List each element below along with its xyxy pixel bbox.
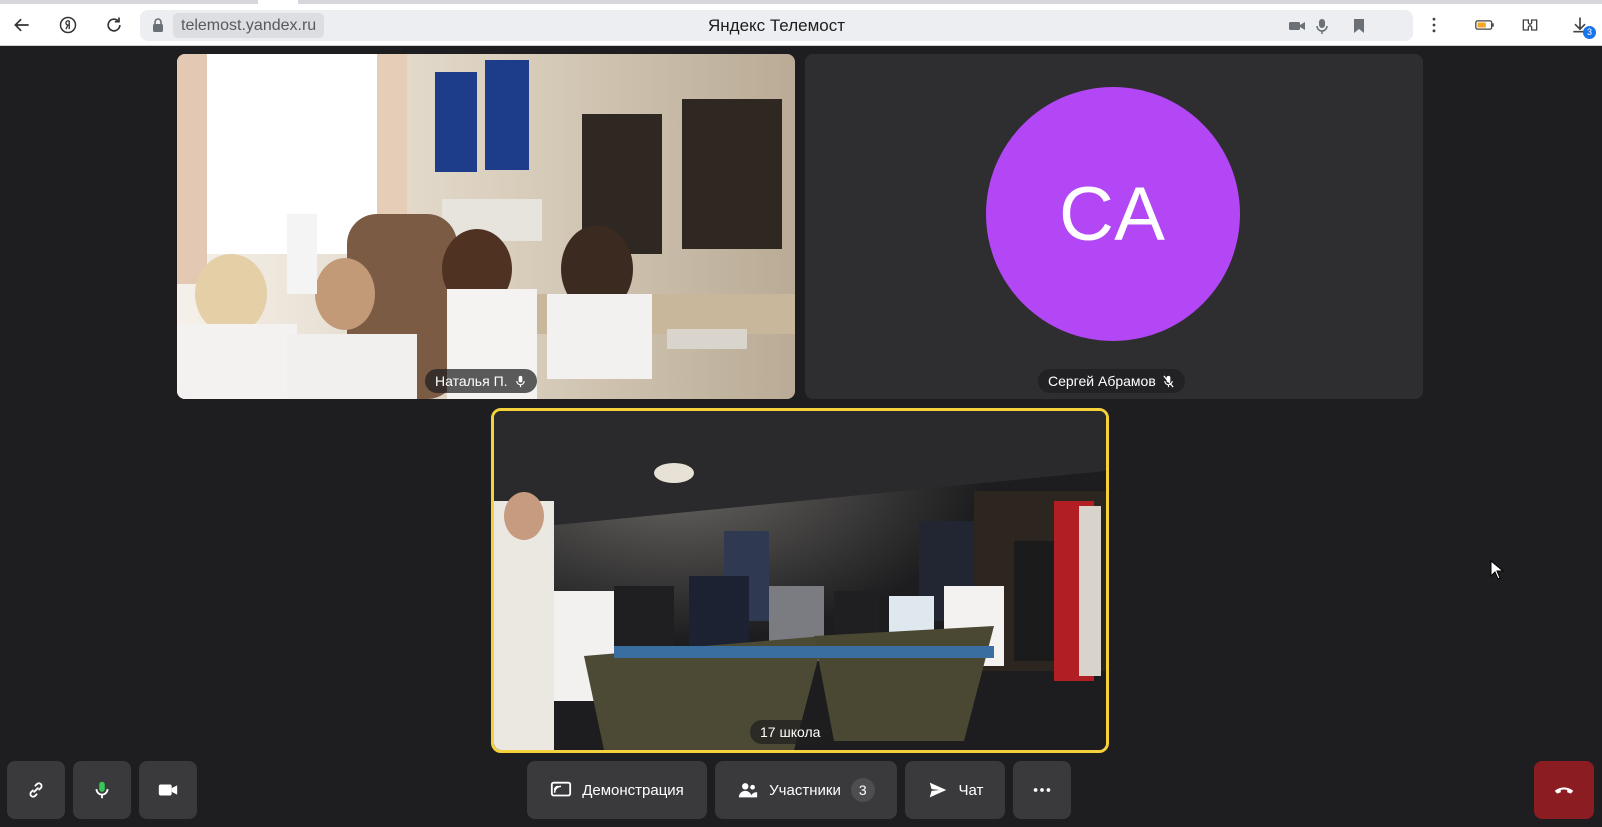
- send-icon: [929, 782, 946, 798]
- camera-icon: [158, 784, 178, 796]
- screen-share-icon: [551, 781, 572, 797]
- chat-button[interactable]: Чат: [905, 761, 1005, 819]
- mic-on-icon: [515, 375, 525, 387]
- participants-count-badge: 3: [850, 778, 875, 802]
- hall-video-frame: [494, 411, 1106, 750]
- copy-link-button[interactable]: [7, 761, 65, 819]
- extensions-icon[interactable]: [1518, 13, 1542, 37]
- participant-name: Наталья П.: [435, 373, 508, 389]
- link-icon: [29, 782, 43, 798]
- yandex-icon[interactable]: [56, 13, 80, 37]
- address-bar[interactable]: telemost.yandex.ru Яндекс Телемост: [140, 10, 1413, 41]
- video-tile-sergey[interactable]: СА Сергей Абрамов: [805, 54, 1423, 399]
- battery-icon[interactable]: [1473, 13, 1497, 37]
- mouse-cursor-icon: [1490, 560, 1504, 580]
- bookmark-icon[interactable]: [1350, 17, 1368, 35]
- people-icon: [738, 783, 758, 798]
- video-tile-school-17[interactable]: 17 школа: [491, 408, 1109, 753]
- screen-share-button[interactable]: Демонстрация: [527, 761, 707, 819]
- mic-icon: [95, 781, 109, 799]
- reload-icon[interactable]: [102, 13, 126, 37]
- back-icon[interactable]: [10, 13, 34, 37]
- participant-name: 17 школа: [760, 724, 821, 740]
- participants-button[interactable]: Участники 3: [715, 761, 897, 819]
- chat-label: Чат: [958, 781, 984, 799]
- participant-name-tag: Сергей Абрамов: [1038, 369, 1185, 393]
- page-title: Яндекс Телемост: [707, 16, 845, 35]
- classroom-video-frame: [177, 54, 795, 399]
- more-options-button[interactable]: [1013, 761, 1071, 819]
- end-call-button[interactable]: [1534, 761, 1594, 819]
- hang-up-icon: [1554, 787, 1574, 794]
- participant-name: Сергей Абрамов: [1048, 373, 1156, 389]
- more-horiz-icon: [1033, 788, 1051, 792]
- participants-label: Участники: [769, 781, 841, 799]
- downloads-badge: 3: [1583, 26, 1596, 39]
- participant-name-tag: Наталья П.: [425, 369, 537, 393]
- avatar: СА: [986, 87, 1240, 341]
- camera-button[interactable]: [139, 761, 197, 819]
- screen-share-label: Демонстрация: [582, 781, 684, 799]
- more-vert-icon[interactable]: [1422, 13, 1446, 37]
- camera-icon[interactable]: [1288, 17, 1306, 35]
- mic-icon[interactable]: [1313, 17, 1331, 35]
- downloads-icon[interactable]: 3: [1568, 13, 1596, 39]
- microphone-button[interactable]: [73, 761, 131, 819]
- participant-name-tag: 17 школа: [750, 720, 831, 744]
- mic-off-icon: [1163, 375, 1174, 387]
- video-tile-natalia[interactable]: Наталья П.: [177, 54, 795, 399]
- browser-toolbar: telemost.yandex.ru Яндекс Телемост 3: [0, 4, 1602, 46]
